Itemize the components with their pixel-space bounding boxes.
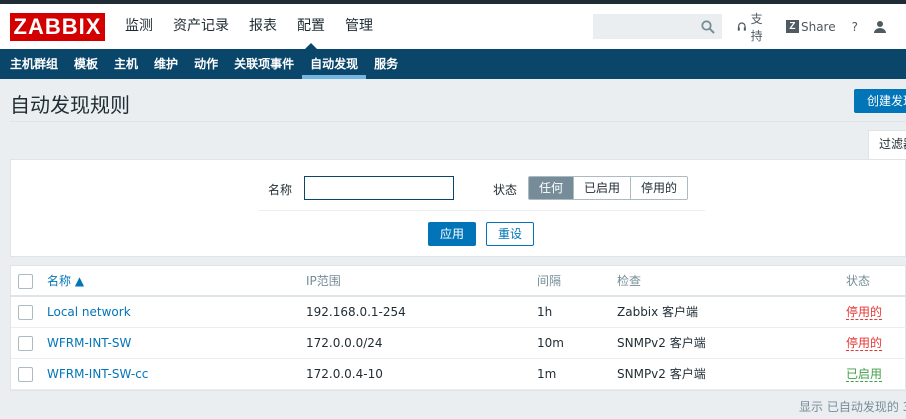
status-option-any[interactable]: 任何 bbox=[529, 177, 574, 199]
main-menu: 监测 资产记录 报表 配置 管理 bbox=[115, 4, 383, 49]
header-ip-range: IP范围 bbox=[306, 274, 341, 288]
top-links: 支持 Z Share ? bbox=[737, 4, 906, 49]
header-name[interactable]: 名称 ▲ bbox=[47, 266, 84, 296]
table-row: Local network 192.168.0.1-254 1h Zabbix … bbox=[11, 297, 906, 328]
select-all-checkbox[interactable] bbox=[18, 274, 33, 289]
subnav-templates[interactable]: 模板 bbox=[66, 49, 106, 79]
share-label: Share bbox=[800, 19, 836, 34]
checks: SNMPv2 客户端 bbox=[617, 367, 706, 381]
header-interval: 间隔 bbox=[537, 274, 562, 288]
menu-reports[interactable]: 报表 bbox=[239, 4, 287, 49]
subnav-maintenance[interactable]: 维护 bbox=[146, 49, 186, 79]
header-status: 状态 bbox=[846, 274, 871, 288]
support-link[interactable]: 支持 bbox=[737, 10, 770, 44]
filter-divider bbox=[259, 210, 705, 211]
interval: 1m bbox=[537, 367, 557, 381]
checks: Zabbix 客户端 bbox=[617, 305, 699, 319]
ip-range: 192.168.0.1-254 bbox=[306, 305, 406, 319]
subnav-actions[interactable]: 动作 bbox=[186, 49, 226, 79]
header-checks: 检查 bbox=[617, 274, 642, 288]
table-row: WFRM-INT-SW-cc 172.0.0.4-10 1m SNMPv2 客户… bbox=[11, 359, 906, 390]
menu-inventory[interactable]: 资产记录 bbox=[163, 4, 239, 49]
ip-range: 172.0.0.0/24 bbox=[306, 336, 383, 350]
support-label: 支持 bbox=[750, 11, 763, 43]
zabbix-logo[interactable]: ZABBIX bbox=[10, 13, 105, 41]
reset-button[interactable]: 重设 bbox=[486, 222, 534, 246]
apply-button[interactable]: 应用 bbox=[428, 222, 476, 246]
status-toggle[interactable]: 停用的 bbox=[846, 305, 883, 320]
status-toggle[interactable]: 停用的 bbox=[846, 336, 883, 351]
filter-panel: 名称 状态 任何 已启用 停用的 应用 重设 bbox=[10, 159, 906, 257]
discovery-rules-table: 名称 ▲ IP范围 间隔 检查 状态 Local network 192.168… bbox=[10, 265, 906, 391]
filter-tab[interactable]: 过滤器 bbox=[868, 130, 906, 160]
row-checkbox[interactable] bbox=[18, 336, 33, 351]
help-link[interactable]: ? bbox=[852, 20, 858, 34]
rule-name-link[interactable]: Local network bbox=[47, 297, 131, 327]
top-bar: ZABBIX 监测 资产记录 报表 配置 管理 支持 Z Share ? bbox=[0, 4, 906, 49]
status-option-disabled[interactable]: 停用的 bbox=[630, 177, 688, 199]
title-divider bbox=[10, 121, 906, 122]
user-profile-link[interactable] bbox=[874, 20, 890, 33]
checks: SNMPv2 客户端 bbox=[617, 336, 706, 350]
sub-nav: 主机群组 模板 主机 维护 动作 关联项事件 自动发现 服务 bbox=[0, 49, 906, 79]
page-title: 自动发现规则 bbox=[10, 93, 130, 117]
table-header: 名称 ▲ IP范围 间隔 检查 状态 bbox=[11, 266, 906, 297]
subnav-discovery[interactable]: 自动发现 bbox=[302, 49, 367, 79]
subnav-hosts[interactable]: 主机 bbox=[106, 49, 146, 79]
create-discovery-rule-button[interactable]: 创建发现规则 bbox=[854, 89, 906, 113]
rule-name-link[interactable]: WFRM-INT-SW-cc bbox=[47, 359, 148, 389]
status-option-enabled[interactable]: 已启用 bbox=[573, 177, 631, 199]
row-checkbox[interactable] bbox=[18, 367, 33, 382]
table-footer-count: 显示 已自动发现的 3 bbox=[799, 400, 906, 414]
filter-status-toggle: 任何 已启用 停用的 bbox=[528, 176, 689, 200]
search-icon[interactable] bbox=[701, 20, 715, 34]
menu-monitoring[interactable]: 监测 bbox=[115, 4, 163, 49]
subnav-event-correlation[interactable]: 关联项事件 bbox=[226, 49, 302, 79]
share-link[interactable]: Z Share bbox=[785, 19, 836, 34]
rule-name-link[interactable]: WFRM-INT-SW bbox=[47, 328, 131, 358]
interval: 1h bbox=[537, 305, 553, 319]
search-input[interactable] bbox=[593, 14, 722, 39]
interval: 10m bbox=[537, 336, 564, 350]
subnav-host-groups[interactable]: 主机群组 bbox=[2, 49, 66, 79]
subnav-services[interactable]: 服务 bbox=[366, 49, 406, 79]
filter-name-input[interactable] bbox=[304, 176, 454, 200]
ip-range: 172.0.0.4-10 bbox=[306, 367, 383, 381]
headset-icon bbox=[737, 21, 746, 31]
help-label: ? bbox=[851, 19, 858, 34]
table-row: WFRM-INT-SW 172.0.0.0/24 10m SNMPv2 客户端 … bbox=[11, 328, 906, 359]
menu-configuration[interactable]: 配置 bbox=[287, 4, 335, 49]
row-checkbox[interactable] bbox=[18, 305, 33, 320]
menu-administration[interactable]: 管理 bbox=[335, 4, 383, 49]
status-toggle[interactable]: 已启用 bbox=[846, 367, 883, 382]
filter-name-label: 名称 bbox=[268, 183, 293, 197]
user-icon bbox=[874, 21, 886, 33]
share-z-icon: Z bbox=[785, 20, 799, 33]
filter-status-label: 状态 bbox=[493, 183, 518, 197]
